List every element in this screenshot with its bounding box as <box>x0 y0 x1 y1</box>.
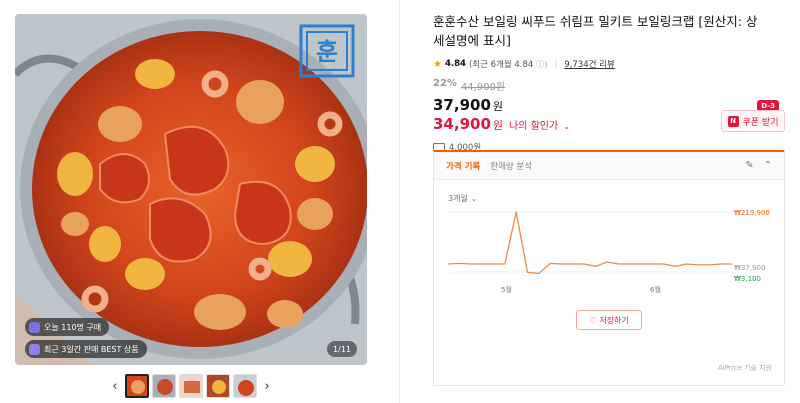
thumbnail-5[interactable] <box>233 374 257 398</box>
purchase-count-badge: 오늘 110명 구매 <box>25 318 110 336</box>
thumbnail-image <box>207 375 229 397</box>
best-seller-badge: 최근 3일간 판매 BEST 상품 <box>25 340 147 358</box>
price-point-20 <box>674 265 676 267</box>
price-point-5 <box>504 263 506 265</box>
my-discount-label: 나의 할인가 <box>509 121 559 132</box>
info-icon[interactable]: ⓘ) <box>536 59 547 70</box>
min-price-label: ₩3,100 <box>734 275 761 283</box>
product-info: 훈훈수산 보일링 씨푸드 쉬림프 밀키트 보일링크랩 [원산지: 상세설명에 표… <box>433 12 785 153</box>
cart-badge-icon <box>29 321 40 333</box>
image-counter-text: 1/11 <box>333 344 351 354</box>
original-price: 44,900원 <box>460 82 506 93</box>
best-seller-text: 최근 3일간 판매 BEST 상품 <box>44 344 139 354</box>
aiprice-credit: AiPrice 기술 지원 <box>717 364 772 372</box>
price-series-line <box>447 211 732 275</box>
sale-price-value: 34,900 <box>433 115 491 133</box>
max-price-label: ₩219,900 <box>734 209 770 217</box>
thumbnail-image <box>153 375 175 397</box>
price-value: 37,900 <box>433 96 491 114</box>
tab-price-history[interactable]: 가격 기록 <box>446 160 480 172</box>
coupon-button[interactable]: N 쿠폰 받기 <box>721 110 785 132</box>
price-point-1 <box>458 262 460 265</box>
price-point-4 <box>492 263 495 265</box>
sale-price-unit: 원 <box>492 119 504 132</box>
review-count-link[interactable]: 9,734건 리뷰 <box>564 58 615 70</box>
thumbnail-image <box>180 375 202 397</box>
price-point-9 <box>549 262 551 265</box>
price-point-2 <box>470 263 472 265</box>
price-point-15 <box>617 263 619 265</box>
rating-row: ★ 4.84 (최근 6개월 4.84 ⓘ) | 9,734건 리뷰 <box>433 58 785 71</box>
thumbnail-image <box>127 376 147 396</box>
thumbnail-image <box>234 375 256 397</box>
price-point-10 <box>561 263 563 265</box>
price-point-8 <box>538 272 540 275</box>
product-title: 훈훈수산 보일링 씨푸드 쉬림프 밀키트 보일링크랩 [원산지: 상세설명에 표… <box>433 14 758 48</box>
rating-value: 4.84 <box>444 59 466 69</box>
thumbnail-4[interactable] <box>206 374 230 398</box>
panel-header: 가격 기록 판매량 분석 ✎ ⌃ <box>434 152 784 180</box>
price-point-11 <box>572 263 574 265</box>
product-page: 훈 오늘 110명 구매 최근 3일간 판매 BEST 상품 1/11 ‹ › … <box>0 0 800 403</box>
price-unit: 원 <box>492 100 504 113</box>
x-label-may: 5월 <box>501 285 512 294</box>
main-product-image[interactable]: 훈 오늘 110명 구매 최근 3일간 판매 BEST 상품 1/11 <box>15 14 367 365</box>
edit-icon[interactable]: ✎ <box>745 160 753 171</box>
thumbnail-strip: ‹ › <box>108 374 274 398</box>
price-point-14 <box>606 261 608 263</box>
tab-sales-analysis[interactable]: 판매량 분석 <box>490 160 532 172</box>
price-point-0 <box>447 263 449 265</box>
price-point-21 <box>685 263 688 265</box>
rating-detail: (최근 6개월 4.84 <box>468 60 534 70</box>
thumbnail-1[interactable] <box>125 374 149 398</box>
price-point-17 <box>640 263 642 265</box>
chevron-up-icon[interactable]: ⌃ <box>764 160 772 171</box>
save-label: 저장하기 <box>599 315 629 325</box>
price-point-6 <box>515 211 517 213</box>
price-point-3 <box>481 263 483 265</box>
panel-icons: ✎ ⌃ <box>745 160 772 171</box>
heart-icon: ♡ <box>589 315 597 325</box>
star-icon: ★ <box>433 58 442 70</box>
thumbnail-3[interactable] <box>179 374 203 398</box>
next-thumbnail-arrow-icon[interactable]: › <box>260 374 274 398</box>
x-label-june: 6월 <box>650 285 661 294</box>
coupon-label: 쿠폰 받기 <box>742 117 779 128</box>
image-counter: 1/11 <box>327 341 357 357</box>
discount-row: 22% 44,900원 <box>433 78 785 93</box>
purchase-count-text: 오늘 110명 구매 <box>44 322 102 332</box>
discount-percent: 22% <box>433 78 457 89</box>
price-point-22 <box>697 264 699 266</box>
prev-thumbnail-arrow-icon[interactable]: ‹ <box>108 374 122 398</box>
price-point-13 <box>595 265 597 267</box>
price-chart: ₩219,900 ₩37,900 ₩3,100 5월 6월 <box>447 209 770 294</box>
chevron-down-icon: ⌄ <box>563 122 570 131</box>
save-button[interactable]: ♡ 저장하기 <box>576 310 642 330</box>
price-history-panel: 가격 기록 판매량 분석 ✎ ⌃ 3개월 ⌄ ₩219,900 ₩37,900 … <box>433 150 785 386</box>
trophy-badge-icon <box>29 343 40 355</box>
price-point-25 <box>731 263 733 265</box>
coupon-icon: N <box>727 115 739 127</box>
price-point-19 <box>663 263 665 265</box>
thumbnail-2[interactable] <box>152 374 176 398</box>
price-point-7 <box>526 271 529 273</box>
current-price-label: ₩37,900 <box>734 264 765 272</box>
logo-letter: 훈 <box>316 38 338 66</box>
price-point-18 <box>651 263 654 265</box>
price-point-23 <box>708 264 710 266</box>
image-gallery: 훈 오늘 110명 구매 최근 3일간 판매 BEST 상품 1/11 ‹ › <box>0 0 400 403</box>
price-point-12 <box>583 263 585 265</box>
price-point-16 <box>629 263 631 265</box>
seafood-pan-image: 훈 <box>15 14 367 365</box>
divider: | <box>554 59 558 69</box>
price-point-24 <box>720 263 722 265</box>
